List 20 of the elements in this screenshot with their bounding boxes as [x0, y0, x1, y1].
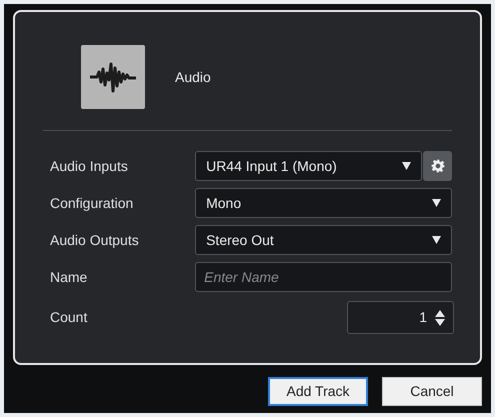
dropdown[interactable]: Mono — [195, 188, 452, 218]
stepper-icon — [435, 310, 445, 326]
settings-icon — [430, 159, 445, 173]
add-track-button[interactable]: Add Track — [268, 377, 368, 406]
count-spinner[interactable]: 1 — [347, 301, 454, 334]
dropdown[interactable]: Stereo Out — [195, 225, 452, 255]
field-label: Count — [50, 308, 88, 327]
field-label: Audio Outputs — [50, 230, 140, 250]
field-label: Audio Inputs — [50, 156, 129, 176]
field-label: Name — [50, 268, 88, 286]
name-field[interactable]: Enter Name — [195, 262, 452, 292]
caret-icon — [432, 236, 441, 244]
settings-button[interactable] — [423, 151, 452, 181]
field-label: Configuration — [50, 194, 134, 213]
track-type-label: Audio — [175, 68, 211, 86]
caret-icon — [402, 162, 412, 170]
dropdown[interactable]: UR44 Input 1 (Mono) — [195, 151, 422, 181]
waveform-icon — [81, 45, 145, 109]
caret-icon — [432, 199, 441, 207]
cancel-button[interactable]: Cancel — [382, 377, 482, 406]
